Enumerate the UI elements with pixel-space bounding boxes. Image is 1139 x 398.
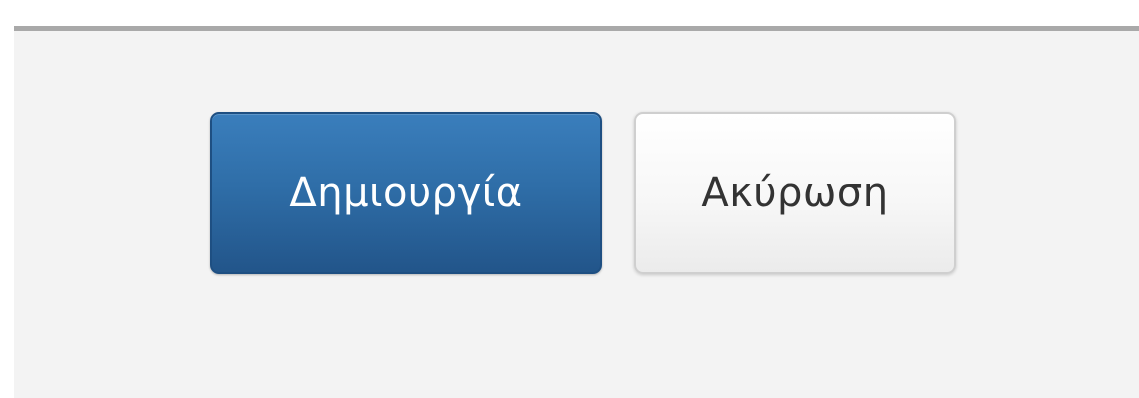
cancel-button[interactable]: Ακύρωση bbox=[634, 112, 956, 274]
create-button[interactable]: Δημιουργία bbox=[210, 112, 602, 274]
dialog-footer: Δημιουργία Ακύρωση bbox=[14, 26, 1139, 398]
